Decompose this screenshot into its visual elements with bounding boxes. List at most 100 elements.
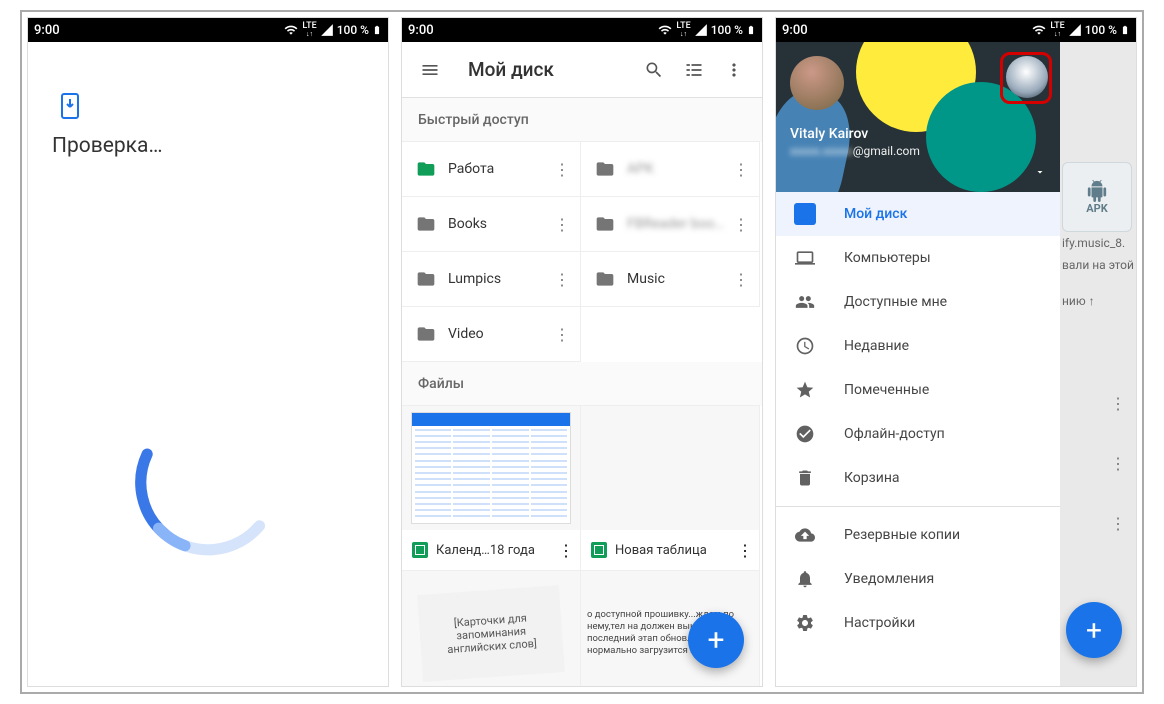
drawer-item-корзина[interactable]: Корзина [776, 456, 1060, 500]
phone-loading-screen: 9:00 LTE↓↑ 100 % Проверка… [28, 18, 388, 686]
file-name: Новая таблица [615, 543, 737, 558]
fab-add-button[interactable]: + [1066, 602, 1122, 658]
drawer-item-уведомления[interactable]: Уведомления [776, 557, 1060, 601]
content-behind-drawer: APK ify.music_8. вали на этой нию ↑ ⋮ ⋮ … [1060, 42, 1136, 686]
drawer-item-помеченные[interactable]: Помеченные [776, 368, 1060, 412]
folder-item[interactable]: APK⋮ [580, 141, 760, 197]
drawer-item-icon [794, 248, 816, 268]
status-time: 9:00 [34, 23, 60, 38]
file-tile[interactable]: Новая таблица⋮ [580, 405, 760, 571]
loading-spinner [128, 402, 288, 566]
phone-drawer-screen: 9:00 LTE↓↑ 100 % Vitaly Kairov xxxxx.xxx… [776, 18, 1136, 686]
drawer-item-icon [794, 292, 816, 312]
sheets-icon [412, 542, 428, 558]
drawer-item-настройки[interactable]: Настройки [776, 601, 1060, 645]
drawer-item-icon [794, 525, 816, 545]
folder-name: Music [627, 271, 729, 287]
drawer-header[interactable]: Vitaly Kairov xxxxx.xxxxx@gmail.com [776, 42, 1060, 192]
folder-name: Lumpics [448, 271, 550, 287]
lte-indicator: LTE↓↑ [676, 22, 690, 38]
view-list-icon[interactable] [674, 50, 714, 90]
folder-more-icon[interactable]: ⋮ [550, 215, 574, 234]
drawer-item-label: Компьютеры [844, 250, 931, 266]
files-header: Файлы [402, 362, 762, 406]
wifi-icon [283, 23, 299, 37]
folder-icon [416, 214, 436, 234]
row-more-icon[interactable]: ⋮ [1110, 454, 1126, 473]
file-thumbnail [581, 406, 759, 530]
file-tile[interactable]: Календ…18 года⋮ [402, 405, 581, 571]
folder-icon [595, 269, 615, 289]
folder-name: Books [448, 216, 550, 232]
file-tile[interactable]: [Карточки длязапоминанияанглийских слов] [402, 570, 581, 686]
file-thumbnail [402, 406, 580, 530]
folder-more-icon[interactable]: ⋮ [729, 160, 753, 179]
overflow-icon[interactable] [714, 50, 754, 90]
page-title: Мой диск [468, 58, 634, 81]
drawer-item-недавние[interactable]: Недавние [776, 324, 1060, 368]
apk-tile: APK ify.music_8. вали на этой нию ↑ [1062, 162, 1136, 312]
phone-drive-list: 9:00 LTE↓↑ 100 % Мой диск Быстрый доступ… [402, 18, 762, 686]
folder-icon [416, 324, 436, 344]
drawer-item-icon [794, 468, 816, 488]
row-more-icon[interactable]: ⋮ [1110, 514, 1126, 533]
app-bar: Мой диск [402, 42, 762, 98]
user-email: xxxxx.xxxxx@gmail.com [790, 144, 1046, 158]
drawer-item-icon [794, 380, 816, 400]
folder-icon [416, 159, 436, 179]
drawer-item-компьютеры[interactable]: Компьютеры [776, 236, 1060, 280]
folder-item[interactable]: Music⋮ [580, 251, 760, 307]
checking-text: Проверка… [52, 134, 370, 158]
wifi-icon [1031, 23, 1047, 37]
drawer-item-icon [794, 203, 816, 225]
status-time: 9:00 [408, 23, 434, 38]
folder-item[interactable]: Lumpics⋮ [402, 251, 581, 307]
drawer-item-доступные-мне[interactable]: Доступные мне [776, 280, 1060, 324]
apk-icon: APK [1062, 162, 1132, 232]
drawer-item-icon [794, 613, 816, 633]
file-more-icon[interactable]: ⋮ [558, 541, 574, 560]
navigation-drawer: Vitaly Kairov xxxxx.xxxxx@gmail.com Мой … [776, 42, 1060, 686]
folder-more-icon[interactable]: ⋮ [550, 160, 574, 179]
signal-icon [320, 23, 334, 37]
expand-icon[interactable] [1034, 166, 1046, 178]
battery-text: 100 % [337, 23, 369, 37]
drawer-item-резервные-копии[interactable]: Резервные копии [776, 513, 1060, 557]
folder-icon [595, 214, 615, 234]
drawer-item-icon [794, 424, 816, 444]
drawer-item-мой-диск[interactable]: Мой диск [776, 192, 1060, 236]
menu-icon[interactable] [410, 50, 450, 90]
folder-more-icon[interactable]: ⋮ [550, 325, 574, 344]
folder-name: FBReader book network [627, 216, 729, 232]
file-more-icon[interactable]: ⋮ [737, 541, 753, 560]
battery-text: 100 % [1085, 23, 1117, 37]
battery-icon [746, 22, 756, 38]
user-name: Vitaly Kairov [790, 126, 1046, 142]
fab-add-button[interactable]: + [688, 612, 744, 668]
lte-indicator: LTE↓↑ [1050, 22, 1064, 38]
folder-more-icon[interactable]: ⋮ [729, 215, 753, 234]
drawer-item-label: Мой диск [844, 206, 907, 222]
drawer-item-icon [794, 336, 816, 356]
folder-more-icon[interactable]: ⋮ [550, 270, 574, 289]
signal-icon [1068, 23, 1082, 37]
drawer-item-label: Доступные мне [844, 294, 947, 310]
folder-item[interactable]: Работа⋮ [402, 141, 581, 197]
folder-icon [416, 269, 436, 289]
drawer-item-офлайн-доступ[interactable]: Офлайн-доступ [776, 412, 1060, 456]
file-name: Календ…18 года [436, 543, 558, 558]
avatar-main[interactable] [790, 56, 844, 110]
folder-icon [595, 159, 615, 179]
folder-more-icon[interactable]: ⋮ [729, 270, 753, 289]
battery-icon [1120, 22, 1130, 38]
quick-access-header: Быстрый доступ [402, 98, 762, 142]
highlight-box [1000, 52, 1052, 104]
row-more-icon[interactable]: ⋮ [1110, 394, 1126, 413]
search-icon[interactable] [634, 50, 674, 90]
folder-item[interactable]: FBReader book network⋮ [580, 196, 760, 252]
drawer-item-label: Помеченные [844, 382, 929, 398]
folder-item[interactable]: Video⋮ [402, 306, 581, 362]
folder-item[interactable]: Books⋮ [402, 196, 581, 252]
drawer-item-label: Резервные копии [844, 527, 960, 543]
battery-icon [372, 22, 382, 38]
